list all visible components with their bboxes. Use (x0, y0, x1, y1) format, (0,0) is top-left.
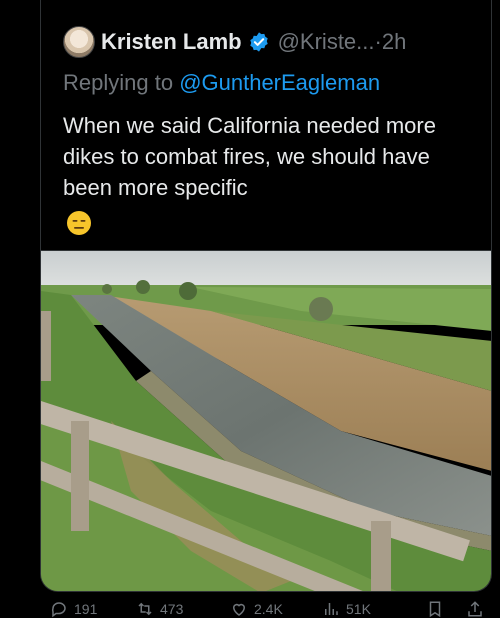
tweet-header: Kristen Lamb @Kriste...·2h (63, 24, 406, 60)
views-icon (325, 603, 338, 615)
tweet-card[interactable]: Kristen Lamb @Kriste...·2h Replying to @… (40, 0, 492, 592)
like-count: 2.4K (254, 601, 283, 617)
expressionless-face-emoji: 😑 (67, 211, 91, 235)
replying-to: Replying to @GuntherEagleman (63, 70, 380, 96)
tweet-text: When we said California needed more dike… (63, 113, 436, 200)
verified-badge-icon (249, 32, 268, 52)
author-name[interactable]: Kristen Lamb (101, 29, 242, 55)
reply-count: 191 (74, 601, 98, 617)
repost-count: 473 (160, 601, 184, 617)
author-handle[interactable]: @Kriste...·2h (278, 29, 407, 55)
like-icon (232, 603, 246, 616)
views-count: 51K (346, 601, 371, 617)
timestamp[interactable]: 2h (382, 29, 406, 54)
repost-button[interactable]: 473 (136, 600, 183, 618)
tweet-image[interactable] (41, 250, 492, 592)
replying-prefix: Replying to (63, 70, 180, 95)
share-button[interactable] (466, 600, 484, 618)
tweet-actions: 191 473 2.4K 51K (50, 600, 490, 618)
views-button[interactable]: 51K (322, 600, 371, 618)
repost-icon (138, 602, 152, 616)
avatar[interactable] (63, 26, 95, 58)
separator-dot: · (374, 29, 382, 54)
reply-icon (51, 602, 66, 618)
share-icon (468, 601, 482, 617)
replying-to-link[interactable]: @GuntherEagleman (179, 70, 380, 95)
like-button[interactable]: 2.4K (230, 600, 283, 618)
reply-button[interactable]: 191 (50, 600, 97, 618)
bookmark-icon (429, 601, 441, 618)
bookmark-button[interactable] (426, 600, 444, 618)
